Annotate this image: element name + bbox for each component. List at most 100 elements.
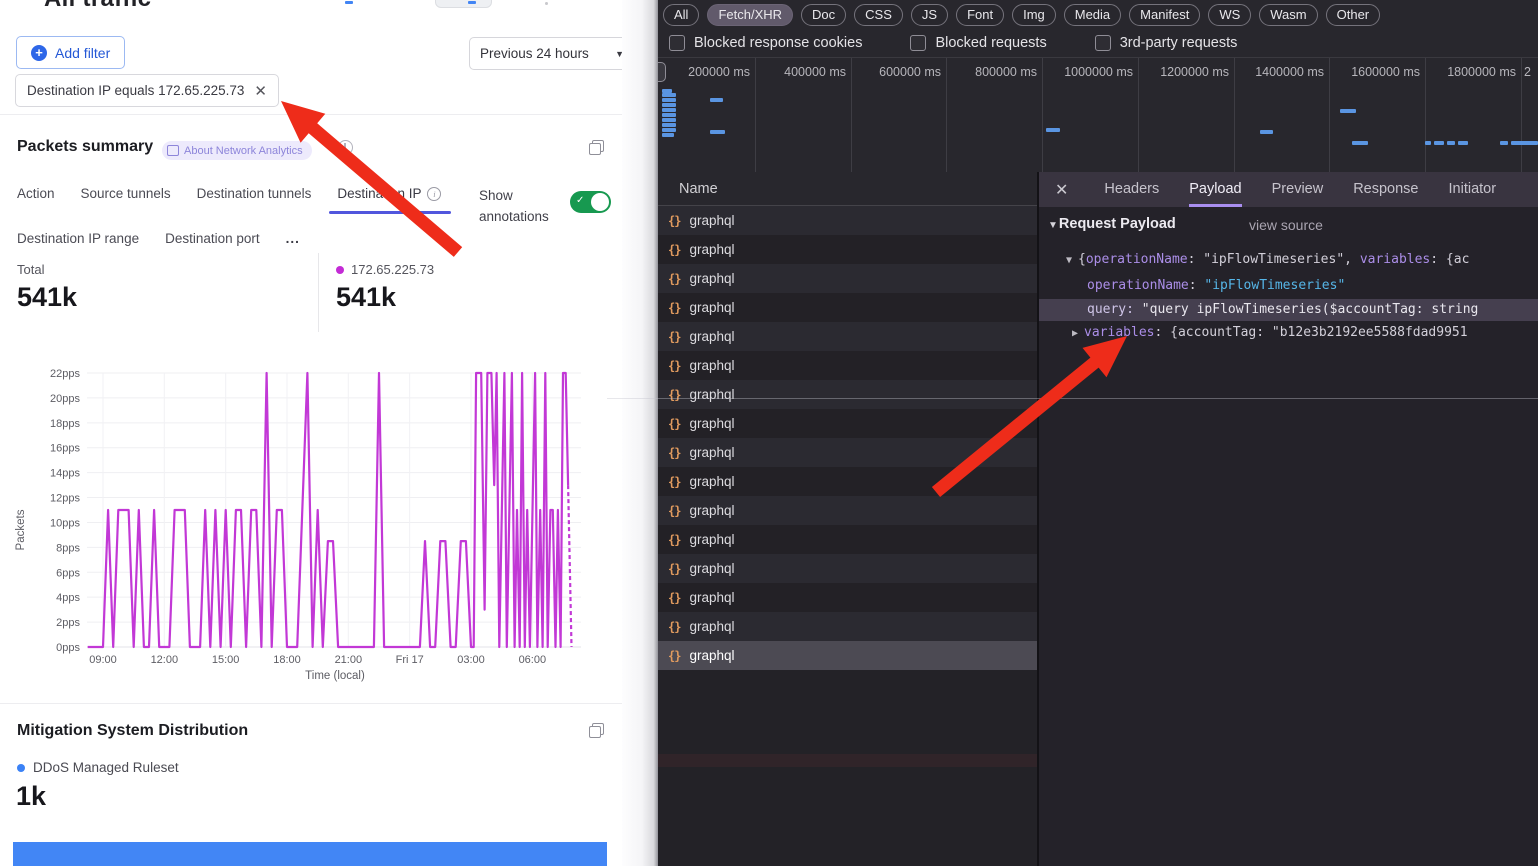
detail-tab-preview[interactable]: Preview [1272,172,1324,207]
time-range-dropdown[interactable]: Previous 24 hours ▼ [469,37,622,70]
clipped-blue-fragment [345,1,353,4]
view-source-link[interactable]: view source [1249,217,1323,233]
waterfall-bar [1352,141,1368,145]
request-row-graphql[interactable]: {}graphql [658,351,1037,380]
request-row-graphql[interactable]: {}graphql [658,438,1037,467]
checkbox-blocked-response-cookies[interactable]: Blocked response cookies [669,35,862,51]
svg-text:03:00: 03:00 [457,654,485,666]
filter-pill-manifest[interactable]: Manifest [1129,4,1200,26]
waterfall-bar [662,118,676,122]
script-resource-icon: {} [668,301,680,315]
waterfall-bar [1425,141,1431,145]
svg-text:Time (local): Time (local) [305,670,365,682]
request-row-graphql[interactable]: {}graphql [658,496,1037,525]
request-row-graphql[interactable]: {}graphql [658,206,1037,235]
expand-card-icon[interactable] [589,723,604,738]
timeline-tick-label: 600000 ms [853,65,941,79]
expand-card-icon[interactable] [589,140,604,155]
packets-summary-title: Packets summary [17,138,153,156]
filter-pill-media[interactable]: Media [1064,4,1121,26]
timeline-tick-label: 1400000 ms [1236,65,1324,79]
add-filter-button[interactable]: + Add filter [16,36,125,69]
timeline-gridline [946,58,947,172]
checkbox-box[interactable] [669,35,685,51]
packets-tabs-row2: Destination IP range Destination port... [17,231,300,246]
timeline-gridline [851,58,852,172]
waterfall-bar [1434,141,1444,145]
timeline-tick-label: 1000000 ms [1045,65,1133,79]
payload-summary-line[interactable]: ▼{operationName: "ipFlowTimeseries", var… [1066,252,1469,267]
mitigation-value: 1k [16,781,46,812]
request-row-graphql[interactable]: {}graphql [658,583,1037,612]
close-icon[interactable]: ✕ [1055,180,1068,200]
filter-pill-other[interactable]: Other [1326,4,1381,26]
filter-pill-ws[interactable]: WS [1208,4,1251,26]
packets-tab-destination-ip-range[interactable]: Destination IP range [17,231,139,246]
filter-pill-img[interactable]: Img [1012,4,1056,26]
request-row-graphql[interactable]: {}graphql [658,525,1037,554]
filter-pill-doc[interactable]: Doc [801,4,846,26]
checkbox-box[interactable] [910,35,926,51]
mitigation-bar [13,842,607,866]
about-network-analytics-badge[interactable]: About Network Analytics [162,141,312,160]
detail-tab-response[interactable]: Response [1353,172,1418,207]
svg-text:10pps: 10pps [50,517,80,529]
filter-pill-css[interactable]: CSS [854,4,903,26]
packets-tab-destination-port[interactable]: Destination port [165,231,260,246]
network-overview-timeline[interactable]: 200000 ms400000 ms600000 ms800000 ms1000… [658,58,1538,173]
packets-tab-source-tunnels[interactable]: Source tunnels [81,186,171,201]
info-icon: i [427,187,441,201]
svg-text:22pps: 22pps [50,368,80,380]
script-resource-icon: {} [668,417,680,431]
timeline-tick-label-clipped: 2 [1524,65,1538,79]
packets-tab--[interactable]: ... [286,231,300,246]
checkbox-3rd-party-requests[interactable]: 3rd-party requests [1095,35,1238,51]
checkbox-blocked-requests[interactable]: Blocked requests [910,35,1046,51]
request-row-graphql[interactable]: {}graphql [658,380,1037,409]
packets-tab-destination-tunnels[interactable]: Destination tunnels [197,186,312,201]
detail-tab-payload[interactable]: Payload [1189,172,1241,207]
filter-pill-all[interactable]: All [663,4,699,26]
stat-value: 541k [336,282,434,313]
filter-chip-label: Destination IP equals 172.65.225.73 [27,83,244,98]
timeline-gridline [1329,58,1330,172]
request-row-graphql[interactable]: {}graphql [658,264,1037,293]
detail-tab-initiator[interactable]: Initiator [1449,172,1497,207]
filter-chip[interactable]: Destination IP equals 172.65.225.73 ✕ [15,74,279,107]
script-resource-icon: {} [668,359,680,373]
name-column-header[interactable]: Name [658,172,1037,206]
packets-tab-action[interactable]: Action [17,186,55,201]
request-row-graphql[interactable]: {}graphql [658,554,1037,583]
detail-tabbar: ✕ Headers Payload Preview Response Initiator [1039,172,1538,207]
show-annotations-toggle[interactable]: ✓ [570,191,611,213]
script-resource-icon: {} [668,475,680,489]
packets-tab-destination-ip[interactable]: Destination IPi [337,186,441,201]
filter-pill-wasm[interactable]: Wasm [1259,4,1317,26]
panel-scrollbar-gutter[interactable] [622,0,658,866]
filter-pill-font[interactable]: Font [956,4,1004,26]
request-row-graphql[interactable]: {}graphql [658,235,1037,264]
svg-text:09:00: 09:00 [89,654,117,666]
clipped-dot-fragment [545,2,548,5]
waterfall-bar [1527,141,1538,145]
request-row-graphql[interactable]: {}graphql [658,467,1037,496]
packets-tabs-row1: Action Source tunnels Destination tunnels D… [17,186,441,201]
divider [0,703,622,704]
payload-variables-row[interactable]: ▶variables: {accountTag: "b12e3b2192ee55… [1072,325,1468,340]
filter-pill-js[interactable]: JS [911,4,948,26]
checkbox-box[interactable] [1095,35,1111,51]
request-row-graphql[interactable]: {}graphql [658,612,1037,641]
waterfall-bar [662,98,676,102]
timeline-tick-label: 800000 ms [949,65,1037,79]
remove-filter-icon[interactable]: ✕ [254,82,267,100]
payload-query-row[interactable]: query: "query ipFlowTimeseries($accountT… [1087,302,1478,317]
request-payload-section[interactable]: ▼Request Payload [1048,216,1176,232]
divider [0,114,622,115]
payload-operation-row[interactable]: operationName: "ipFlowTimeseries" [1087,278,1345,293]
filter-pill-fetch-xhr[interactable]: Fetch/XHR [707,4,793,26]
detail-tab-headers[interactable]: Headers [1104,172,1159,207]
request-row-graphql[interactable]: {}graphql [658,409,1037,438]
request-row-graphql[interactable]: {}graphql [658,293,1037,322]
request-row-graphql[interactable]: {}graphql [658,641,1037,670]
request-row-graphql[interactable]: {}graphql [658,322,1037,351]
